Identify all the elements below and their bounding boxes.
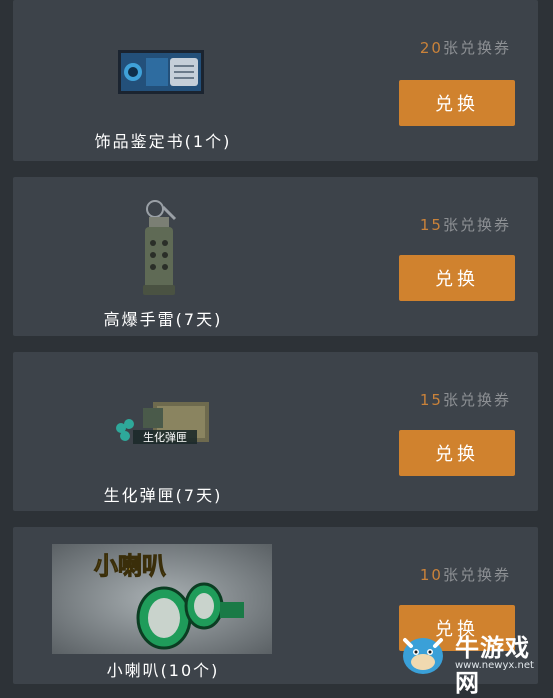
bio-magazine-icon-label: 生化弹匣: [143, 430, 187, 444]
bio-magazine-icon: 生化弹匣: [113, 398, 213, 448]
item-card: 饰品鉴定书(1个) 20张兑换券 兑换: [13, 0, 538, 161]
appraisal-book-icon: [118, 48, 206, 96]
cow-mascot-icon: [403, 638, 443, 674]
item-price: 15张兑换券: [420, 389, 511, 410]
item-price: 20张兑换券: [420, 37, 511, 58]
watermark: 牛游戏网 www.newyx.net: [397, 626, 547, 697]
price-number: 20: [419, 39, 443, 57]
grenade-icon: [135, 199, 183, 299]
item-name: 饰品鉴定书(1个): [94, 132, 232, 151]
price-suffix: 张兑换券: [442, 216, 511, 234]
price-number: 15: [419, 391, 443, 409]
item-card: 高爆手雷(7天) 15张兑换券 兑换: [13, 177, 538, 336]
exchange-button[interactable]: 兑换: [399, 80, 515, 126]
item-name: 高爆手雷(7天): [103, 310, 223, 329]
small-speaker-icon-label: 小喇叭: [94, 552, 166, 580]
item-name: 小喇叭(10个): [106, 661, 220, 680]
price-suffix: 张兑换券: [442, 391, 511, 409]
price-number: 10: [419, 566, 443, 584]
price-suffix: 张兑换券: [442, 39, 511, 57]
small-speaker-icon: 小喇叭: [52, 544, 272, 654]
item-price: 10张兑换券: [420, 564, 511, 585]
price-number: 15: [419, 216, 443, 234]
item-price: 15张兑换券: [420, 214, 511, 235]
exchange-button[interactable]: 兑换: [399, 430, 515, 476]
exchange-button[interactable]: 兑换: [399, 255, 515, 301]
watermark-url: www.newyx.net: [455, 660, 534, 671]
price-suffix: 张兑换券: [442, 566, 511, 584]
item-card: 生化弹匣 生化弹匣(7天) 15张兑换券 兑换: [13, 352, 538, 511]
item-name: 生化弹匣(7天): [103, 486, 223, 505]
